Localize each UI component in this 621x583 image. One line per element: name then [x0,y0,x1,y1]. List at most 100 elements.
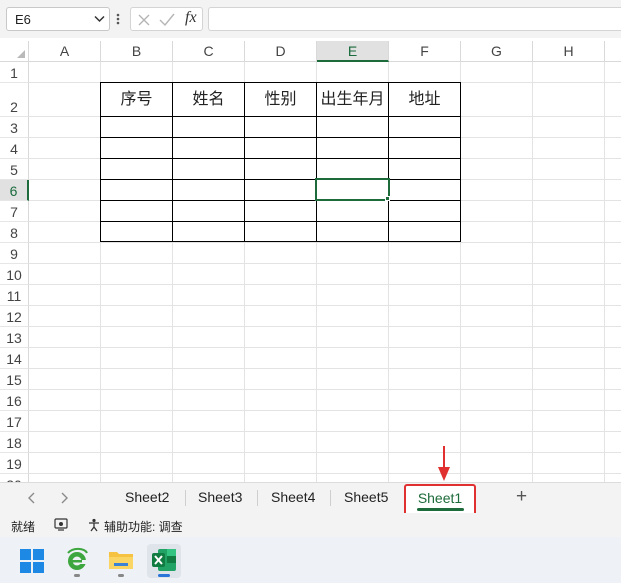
row-header[interactable]: 18 [0,432,29,453]
table-cell[interactable] [100,137,172,158]
accessibility-status[interactable]: 辅助功能: 调查 [104,518,183,535]
row-header[interactable]: 3 [0,117,29,138]
table-cell[interactable] [244,179,316,200]
gridline [604,62,605,482]
gridline [29,410,621,411]
row-header[interactable]: 4 [0,138,29,159]
add-sheet-button[interactable]: + [516,486,527,508]
table-cell[interactable] [244,158,316,179]
column-header-selected[interactable]: E [317,41,389,62]
tab-sheet2[interactable]: Sheet2 [125,489,169,505]
cancel-icon[interactable] [137,13,151,27]
table-cell[interactable] [388,158,461,179]
column-header[interactable]: F [389,41,461,62]
table-header-cell[interactable]: 序号 [100,82,172,116]
column-header[interactable] [605,41,621,62]
worksheet-grid: A B C D E F G H 1 2 3 4 5 6 7 8 9 10 11 … [0,41,621,482]
table-cell[interactable] [244,116,316,137]
annotation-arrow-icon [438,446,450,481]
column-header[interactable]: C [173,41,245,62]
table-cell[interactable] [172,179,244,200]
windows-start-icon [20,549,44,573]
table-cell[interactable] [244,137,316,158]
row-header[interactable]: 19 [0,453,29,474]
table-cell[interactable] [388,200,461,221]
table-header-cell[interactable]: 性别 [244,82,316,116]
accessibility-icon[interactable] [87,518,101,532]
table-cell[interactable] [100,200,172,221]
start-button[interactable] [15,544,49,578]
active-cell-e6[interactable] [315,178,390,201]
row-header[interactable]: 12 [0,306,29,327]
gridline [29,368,621,369]
table-cell[interactable] [388,179,461,200]
column-header[interactable]: D [245,41,317,62]
table-cell[interactable] [388,221,461,242]
fill-handle[interactable] [385,196,390,201]
active-tab-underline [417,508,464,511]
table-cell[interactable] [244,221,316,242]
row-header[interactable]: 2 [0,83,29,117]
row-header[interactable]: 5 [0,159,29,180]
taskbar-browser[interactable] [60,544,94,578]
row-header[interactable]: 16 [0,390,29,411]
chevron-right-icon[interactable] [59,492,69,504]
table-cell[interactable] [388,137,461,158]
sheet-tab-bar: Sheet2 Sheet3 Sheet4 Sheet5 Sheet1 + [0,482,621,516]
tab-sheet3[interactable]: Sheet3 [198,489,242,505]
table-cell[interactable] [316,116,388,137]
table-cell[interactable] [100,221,172,242]
row-header[interactable]: 1 [0,62,29,83]
table-cell[interactable] [172,158,244,179]
insert-function-button[interactable]: fx [185,9,197,27]
table-header-cell[interactable]: 出生年月 [316,82,388,116]
column-header[interactable]: G [461,41,533,62]
row-header[interactable]: 10 [0,264,29,285]
taskbar-file-explorer[interactable] [104,544,138,578]
row-header[interactable]: 9 [0,243,29,264]
formula-input[interactable] [208,7,621,31]
table-cell[interactable] [172,221,244,242]
table-cell[interactable] [388,116,461,137]
table-cell[interactable] [172,116,244,137]
table-cell[interactable] [244,200,316,221]
file-explorer-icon [109,552,133,569]
column-header[interactable]: A [29,41,101,62]
table-cell[interactable] [316,221,388,242]
row-header[interactable]: 13 [0,327,29,348]
column-header[interactable]: B [101,41,173,62]
confirm-icon[interactable] [159,13,175,27]
table-cell[interactable] [100,179,172,200]
table-cell[interactable] [100,158,172,179]
taskbar-excel[interactable] [147,544,181,578]
table-header-cell[interactable]: 姓名 [172,82,244,116]
tab-sheet5[interactable]: Sheet5 [344,489,388,505]
row-header[interactable]: 11 [0,285,29,306]
gridline [29,473,621,474]
gridline [29,347,621,348]
chevron-left-icon[interactable] [27,492,37,504]
row-header[interactable]: 17 [0,411,29,432]
chevron-down-icon[interactable] [94,15,105,23]
row-header[interactable]: 7 [0,201,29,222]
macro-record-icon[interactable] [54,518,68,531]
table-cell[interactable] [316,158,388,179]
name-box[interactable]: E6 [6,7,110,31]
table-cell[interactable] [100,116,172,137]
gridline [29,242,621,243]
select-all-corner[interactable] [0,41,29,62]
tab-sheet4[interactable]: Sheet4 [271,489,315,505]
table-cell[interactable] [172,137,244,158]
tab-sheet1-active[interactable]: Sheet1 [404,484,476,516]
table-cell[interactable] [316,137,388,158]
more-options-icon[interactable] [116,10,120,28]
table-cell[interactable] [172,200,244,221]
row-header[interactable]: 20 [0,474,29,482]
row-header[interactable]: 15 [0,369,29,390]
row-header[interactable]: 14 [0,348,29,369]
column-header[interactable]: H [533,41,605,62]
table-cell[interactable] [316,200,388,221]
row-header-selected[interactable]: 6 [0,180,29,201]
row-header[interactable]: 8 [0,222,29,243]
table-header-cell[interactable]: 地址 [388,82,461,116]
